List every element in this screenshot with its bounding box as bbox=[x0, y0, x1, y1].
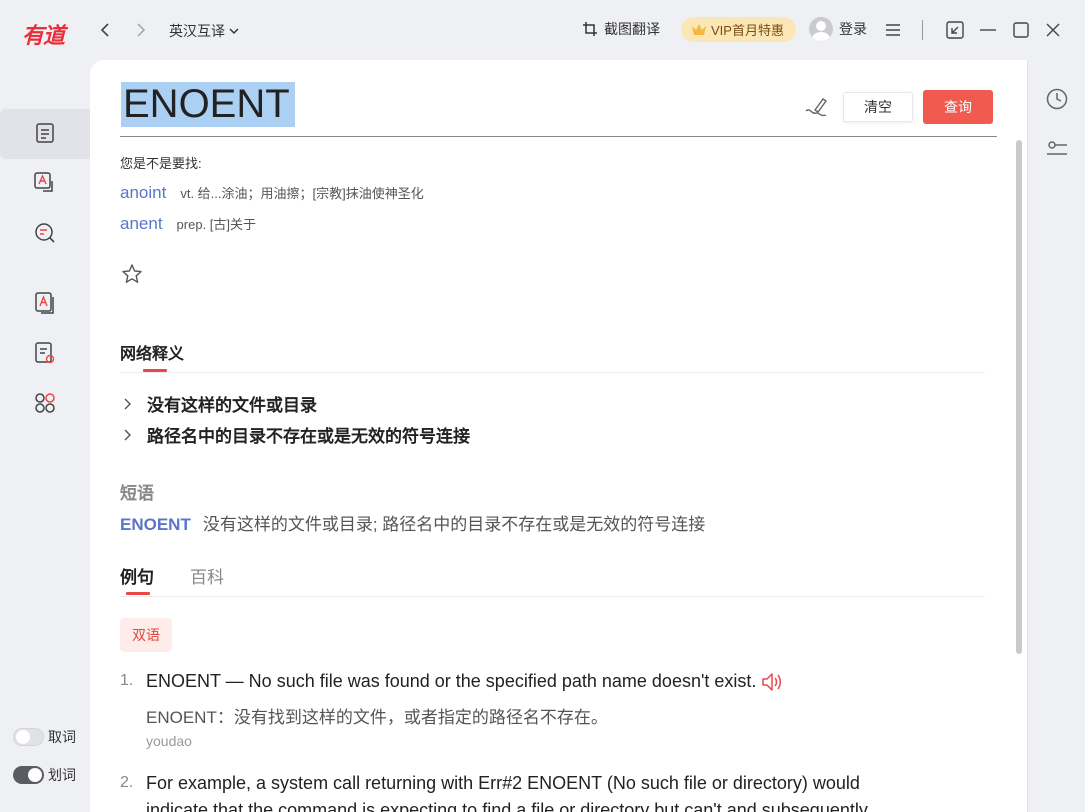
left-sidebar: 取词 划词 bbox=[0, 60, 90, 812]
tab-divider bbox=[120, 596, 985, 597]
sidebar-item-document-translate[interactable] bbox=[30, 288, 60, 318]
sidebar-item-translate[interactable] bbox=[30, 168, 60, 198]
sidebar-item-dictionary[interactable] bbox=[30, 118, 60, 148]
vip-label: VIP首月特惠 bbox=[711, 23, 784, 38]
example-number: 1. bbox=[120, 672, 134, 689]
titlebar-divider bbox=[922, 20, 923, 40]
did-you-mean-title: 您是不是要找: bbox=[120, 156, 202, 171]
suggestion-word[interactable]: anoint bbox=[120, 183, 166, 203]
mode-label: 英汉互译 bbox=[169, 23, 225, 39]
example-sentence-en-cont: indicate that the command is expecting t… bbox=[146, 800, 868, 812]
example-source: youdao bbox=[146, 733, 192, 749]
phrase-definition: 没有这样的文件或目录; 路径名中的目录不存在或是无效的符号连接 bbox=[202, 515, 706, 534]
search-underline bbox=[120, 136, 997, 137]
phrase-item: ENOENT 没有这样的文件或目录; 路径名中的目录不存在或是无效的符号连接 bbox=[120, 510, 705, 535]
query-button[interactable]: 查询 bbox=[923, 90, 993, 124]
right-sidebar bbox=[1027, 60, 1085, 812]
avatar bbox=[809, 17, 833, 41]
magnifier-icon bbox=[35, 223, 55, 243]
example-number: 2. bbox=[120, 774, 134, 791]
suggestion-definition: vt. 给...涂油；用油擦；[宗教]抹油使神圣化 bbox=[180, 186, 424, 201]
minimize-button[interactable] bbox=[976, 18, 1000, 42]
sidebar-item-apps[interactable] bbox=[30, 388, 60, 418]
chevron-right-icon bbox=[124, 429, 131, 440]
minimize-icon bbox=[980, 29, 996, 31]
app-logo: 有道 bbox=[22, 23, 65, 48]
title-bar: 有道 英汉互译 截图翻译 VIP首月特惠 登录 bbox=[0, 0, 1085, 60]
apps-grid-icon bbox=[35, 393, 55, 413]
favorite-button[interactable] bbox=[121, 263, 143, 285]
login-button[interactable]: 登录 bbox=[809, 17, 867, 41]
crown-icon bbox=[692, 23, 706, 35]
sidebar-item-notebook[interactable] bbox=[30, 338, 60, 368]
toggle-switch-on[interactable] bbox=[13, 766, 44, 784]
translate-icon bbox=[34, 172, 53, 192]
web-definition-text: 路径名中的目录不存在或是无效的符号连接 bbox=[147, 427, 470, 446]
web-definition-text: 没有这样的文件或目录 bbox=[147, 396, 317, 415]
search-input[interactable]: ENOENT bbox=[121, 82, 295, 127]
main-panel: ENOENT 清空 查询 您是不是要找: anoint vt. 给...涂油；用… bbox=[90, 60, 1027, 812]
scrollbar[interactable] bbox=[1016, 140, 1022, 654]
close-button[interactable] bbox=[1041, 18, 1065, 42]
pronounce-button[interactable] bbox=[760, 671, 784, 693]
document-translate-icon bbox=[35, 292, 54, 314]
translate-mode-select[interactable]: 英汉互译 bbox=[169, 21, 239, 41]
tab-active-indicator bbox=[126, 592, 150, 595]
chevron-right-icon bbox=[124, 398, 131, 409]
hamburger-menu-icon bbox=[886, 24, 900, 36]
suggestion-definition: prep. [古]关于 bbox=[176, 217, 257, 232]
login-label: 登录 bbox=[839, 21, 867, 37]
forward-button[interactable] bbox=[129, 18, 153, 42]
toggle-switch-off[interactable] bbox=[13, 728, 44, 746]
crop-icon bbox=[583, 22, 597, 36]
chevron-down-icon bbox=[229, 28, 239, 34]
star-icon bbox=[122, 264, 142, 283]
slider-settings-icon bbox=[1047, 141, 1067, 155]
clear-button[interactable]: 清空 bbox=[843, 92, 913, 122]
word-capture-toggle[interactable]: 取词 bbox=[13, 727, 76, 747]
clock-icon bbox=[1046, 88, 1068, 110]
chevron-right-icon bbox=[137, 23, 146, 37]
example-en-text: ENOENT — No such file was found or the s… bbox=[146, 671, 757, 691]
back-button[interactable] bbox=[93, 18, 117, 42]
sidebar-item-search-tool[interactable] bbox=[30, 218, 60, 248]
history-button[interactable] bbox=[1044, 86, 1070, 112]
mini-mode-button[interactable] bbox=[943, 18, 967, 42]
suggestion-word[interactable]: anent bbox=[120, 214, 163, 234]
shrink-window-icon bbox=[946, 21, 964, 39]
selection-translate-label: 划词 bbox=[48, 767, 76, 783]
vip-badge-button[interactable]: VIP首月特惠 bbox=[681, 17, 796, 42]
menu-button[interactable] bbox=[881, 18, 905, 42]
word-capture-label: 取词 bbox=[48, 729, 76, 745]
suggestion-item[interactable]: anoint vt. 给...涂油；用油擦；[宗教]抹油使神圣化 bbox=[120, 183, 424, 203]
handwriting-button[interactable] bbox=[802, 93, 830, 121]
example-sentence-zh: ENOENT：没有找到这样的文件，或者指定的路径名不存在。 bbox=[146, 708, 608, 727]
web-definitions-title: 网络释义 bbox=[120, 346, 185, 363]
chevron-left-icon bbox=[100, 23, 109, 37]
maximize-icon bbox=[1013, 22, 1029, 38]
screenshot-translate-label: 截图翻译 bbox=[604, 21, 660, 37]
tab-encyclopedia[interactable]: 百科 bbox=[190, 563, 224, 588]
tab-examples[interactable]: 例句 bbox=[120, 563, 154, 588]
phrase-word[interactable]: ENOENT bbox=[120, 515, 191, 535]
section-divider bbox=[120, 372, 985, 373]
close-icon bbox=[1046, 23, 1060, 37]
example-sentence-en: For example, a system call returning wit… bbox=[146, 773, 860, 793]
dictionary-icon bbox=[36, 123, 54, 143]
example-sentence-en: ENOENT — No such file was found or the s… bbox=[146, 668, 784, 694]
maximize-button[interactable] bbox=[1009, 18, 1033, 42]
selection-translate-toggle[interactable]: 划词 bbox=[13, 765, 76, 785]
speaker-icon bbox=[762, 673, 782, 691]
screenshot-translate-button[interactable]: 截图翻译 bbox=[582, 19, 660, 39]
phrases-title: 短语 bbox=[120, 484, 154, 503]
settings-button[interactable] bbox=[1044, 136, 1070, 162]
web-definition-item[interactable]: 路径名中的目录不存在或是无效的符号连接 bbox=[123, 422, 470, 447]
web-definition-item[interactable]: 没有这样的文件或目录 bbox=[123, 391, 317, 416]
bilingual-tag[interactable]: 双语 bbox=[120, 618, 172, 652]
notebook-icon bbox=[35, 342, 55, 364]
suggestion-item[interactable]: anent prep. [古]关于 bbox=[120, 214, 256, 234]
handwriting-pen-icon bbox=[805, 98, 827, 117]
